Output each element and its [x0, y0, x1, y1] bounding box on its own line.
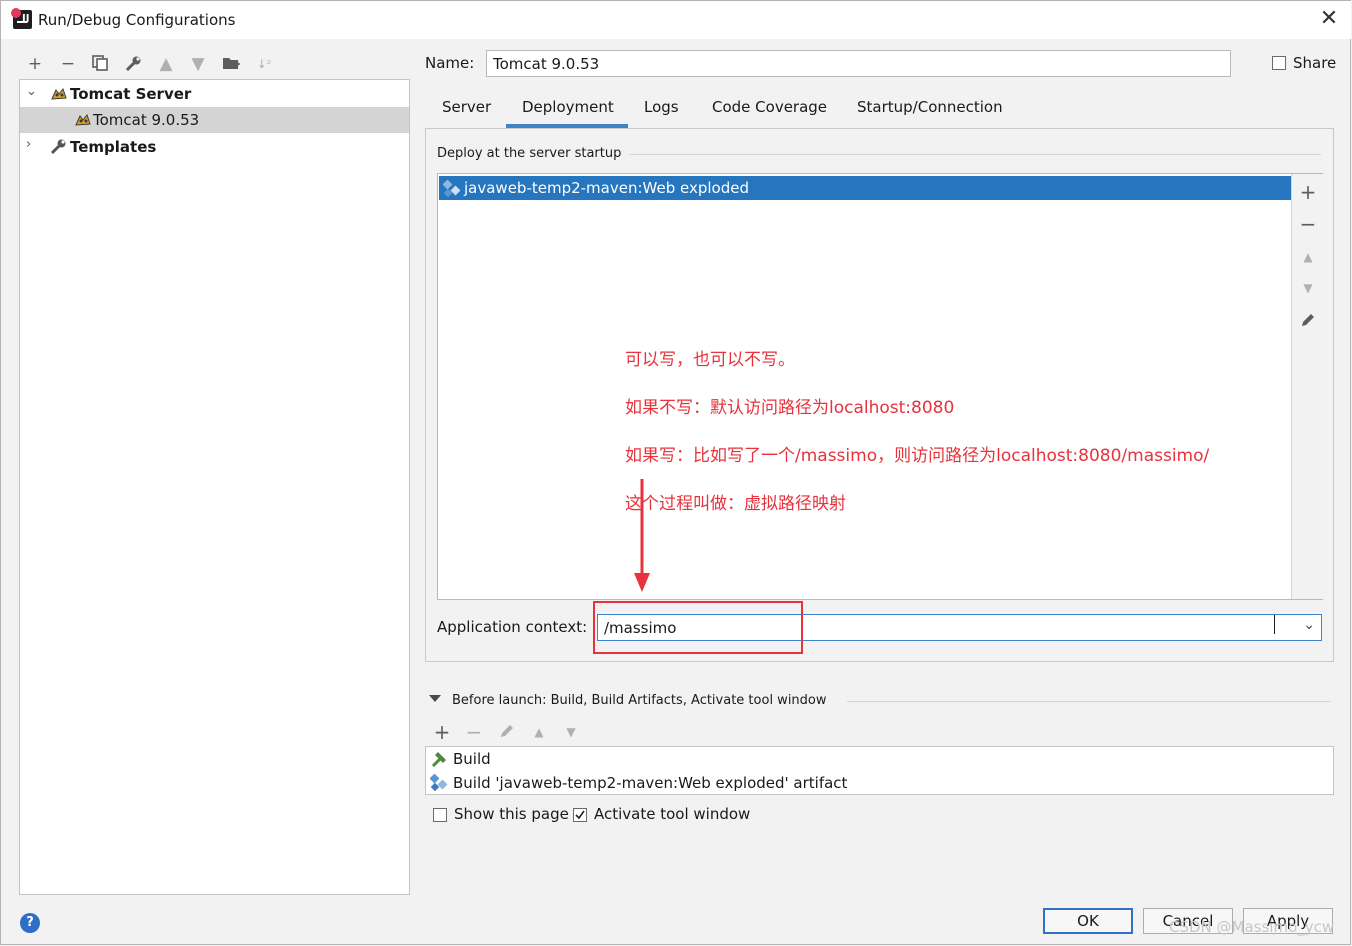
tab-startup-connection[interactable]: Startup/Connection: [857, 98, 1003, 116]
help-icon[interactable]: ?: [20, 913, 40, 933]
tab-server[interactable]: Server: [442, 98, 491, 116]
chevron-right-icon[interactable]: ›: [26, 137, 40, 152]
new-folder-icon[interactable]: [222, 55, 240, 73]
list-item[interactable]: Build: [426, 747, 1333, 771]
edit-icon[interactable]: [498, 723, 516, 741]
annotation-line-4: 这个过程叫做：虚拟路径映射: [625, 494, 846, 514]
tab-code-coverage[interactable]: Code Coverage: [712, 98, 827, 116]
list-item-label: Build 'javaweb-temp2-maven:Web exploded'…: [453, 774, 848, 792]
tree-item-tomcat-server[interactable]: ⌄ Tomcat Server: [20, 81, 409, 107]
show-page-checkbox[interactable]: [433, 808, 447, 822]
window-title: Run/Debug Configurations: [38, 11, 236, 29]
tab-deployment[interactable]: Deployment: [522, 98, 614, 116]
tree-item-tomcat-9053[interactable]: Tomcat 9.0.53: [20, 107, 409, 133]
highlight-box: [593, 601, 803, 654]
title-bar: IJ Run/Debug Configurations ✕: [1, 1, 1351, 39]
add-icon[interactable]: +: [1299, 182, 1317, 202]
share-label: Share: [1293, 54, 1337, 72]
annotation-line-1: 可以写，也可以不写。: [625, 350, 795, 370]
before-launch-list[interactable]: Build Build 'javaweb-temp2-maven:Web exp…: [425, 746, 1334, 795]
hammer-icon: [430, 750, 448, 772]
move-down-icon[interactable]: ▼: [189, 55, 207, 73]
close-icon[interactable]: ✕: [1317, 7, 1341, 31]
watermark: CSDN @Massimo_ycw: [1169, 918, 1335, 936]
deployment-item-label: javaweb-temp2-maven:Web exploded: [464, 179, 749, 197]
move-down-icon[interactable]: ▼: [1299, 279, 1317, 297]
section-divider: [629, 154, 1321, 155]
tree-item-label: Templates: [70, 138, 157, 156]
show-page-label: Show this page: [454, 805, 569, 823]
copy-icon[interactable]: [91, 55, 109, 73]
move-down-icon[interactable]: ▼: [562, 723, 580, 741]
list-item[interactable]: Build 'javaweb-temp2-maven:Web exploded'…: [426, 771, 1333, 795]
chevron-down-icon[interactable]: ⌄: [1303, 617, 1315, 633]
remove-icon[interactable]: −: [465, 722, 483, 742]
tree-item-label: Tomcat 9.0.53: [93, 111, 200, 129]
app-context-label: Application context:: [437, 618, 588, 636]
move-up-icon[interactable]: ▲: [157, 55, 175, 73]
artifact-icon: [429, 773, 448, 796]
text-cursor: [1274, 615, 1275, 634]
collapse-triangle-icon[interactable]: [429, 695, 441, 702]
artifact-icon: [442, 179, 461, 202]
tomcat-icon: [50, 86, 68, 102]
remove-icon[interactable]: −: [59, 55, 77, 73]
add-icon[interactable]: +: [433, 722, 451, 742]
list-item-label: Build: [453, 750, 491, 768]
name-field[interactable]: [486, 50, 1231, 77]
section-divider: [847, 701, 1331, 702]
remove-icon[interactable]: −: [1299, 214, 1317, 234]
wrench-icon: [50, 138, 68, 156]
edit-icon[interactable]: [1299, 312, 1317, 330]
tree-item-templates[interactable]: › Templates: [20, 134, 409, 160]
tree-item-label: Tomcat Server: [70, 85, 192, 103]
before-launch-title: Before launch: Build, Build Artifacts, A…: [452, 693, 827, 708]
intellij-app-icon: IJ: [11, 8, 32, 29]
deployment-side-toolbar: + − ▲ ▼: [1291, 174, 1323, 599]
annotation-line-2: 如果不写：默认访问路径为localhost:8080: [625, 398, 955, 418]
move-up-icon[interactable]: ▲: [1299, 248, 1317, 266]
activate-tool-window-label: Activate tool window: [594, 805, 751, 823]
tomcat-icon: [74, 112, 92, 128]
dialog-window: IJ Run/Debug Configurations ✕ + − ▲ ▼ ↓ᶻ…: [0, 0, 1351, 945]
checkmark-icon: [575, 810, 585, 820]
activate-tool-window-checkbox[interactable]: [573, 808, 587, 822]
share-checkbox[interactable]: [1272, 56, 1286, 70]
add-icon[interactable]: +: [26, 55, 44, 73]
tab-logs[interactable]: Logs: [644, 98, 679, 116]
sort-icon[interactable]: ↓ᶻ: [255, 55, 273, 73]
deployment-item[interactable]: javaweb-temp2-maven:Web exploded: [439, 176, 1291, 200]
annotation-line-3: 如果写：比如写了一个/massimo，则访问路径为localhost:8080/…: [625, 446, 1210, 466]
annotation-arrow: [634, 479, 650, 592]
deployment-list[interactable]: javaweb-temp2-maven:Web exploded: [437, 173, 1323, 600]
configuration-tree: ⌄ Tomcat Server Tomcat 9.0.53 › Template…: [19, 79, 410, 895]
name-label: Name:: [425, 54, 475, 72]
ok-button[interactable]: OK: [1043, 908, 1133, 934]
chevron-down-icon[interactable]: ⌄: [26, 84, 40, 99]
wrench-icon[interactable]: [124, 55, 142, 73]
move-up-icon[interactable]: ▲: [530, 723, 548, 741]
deploy-section-title: Deploy at the server startup: [437, 146, 622, 161]
